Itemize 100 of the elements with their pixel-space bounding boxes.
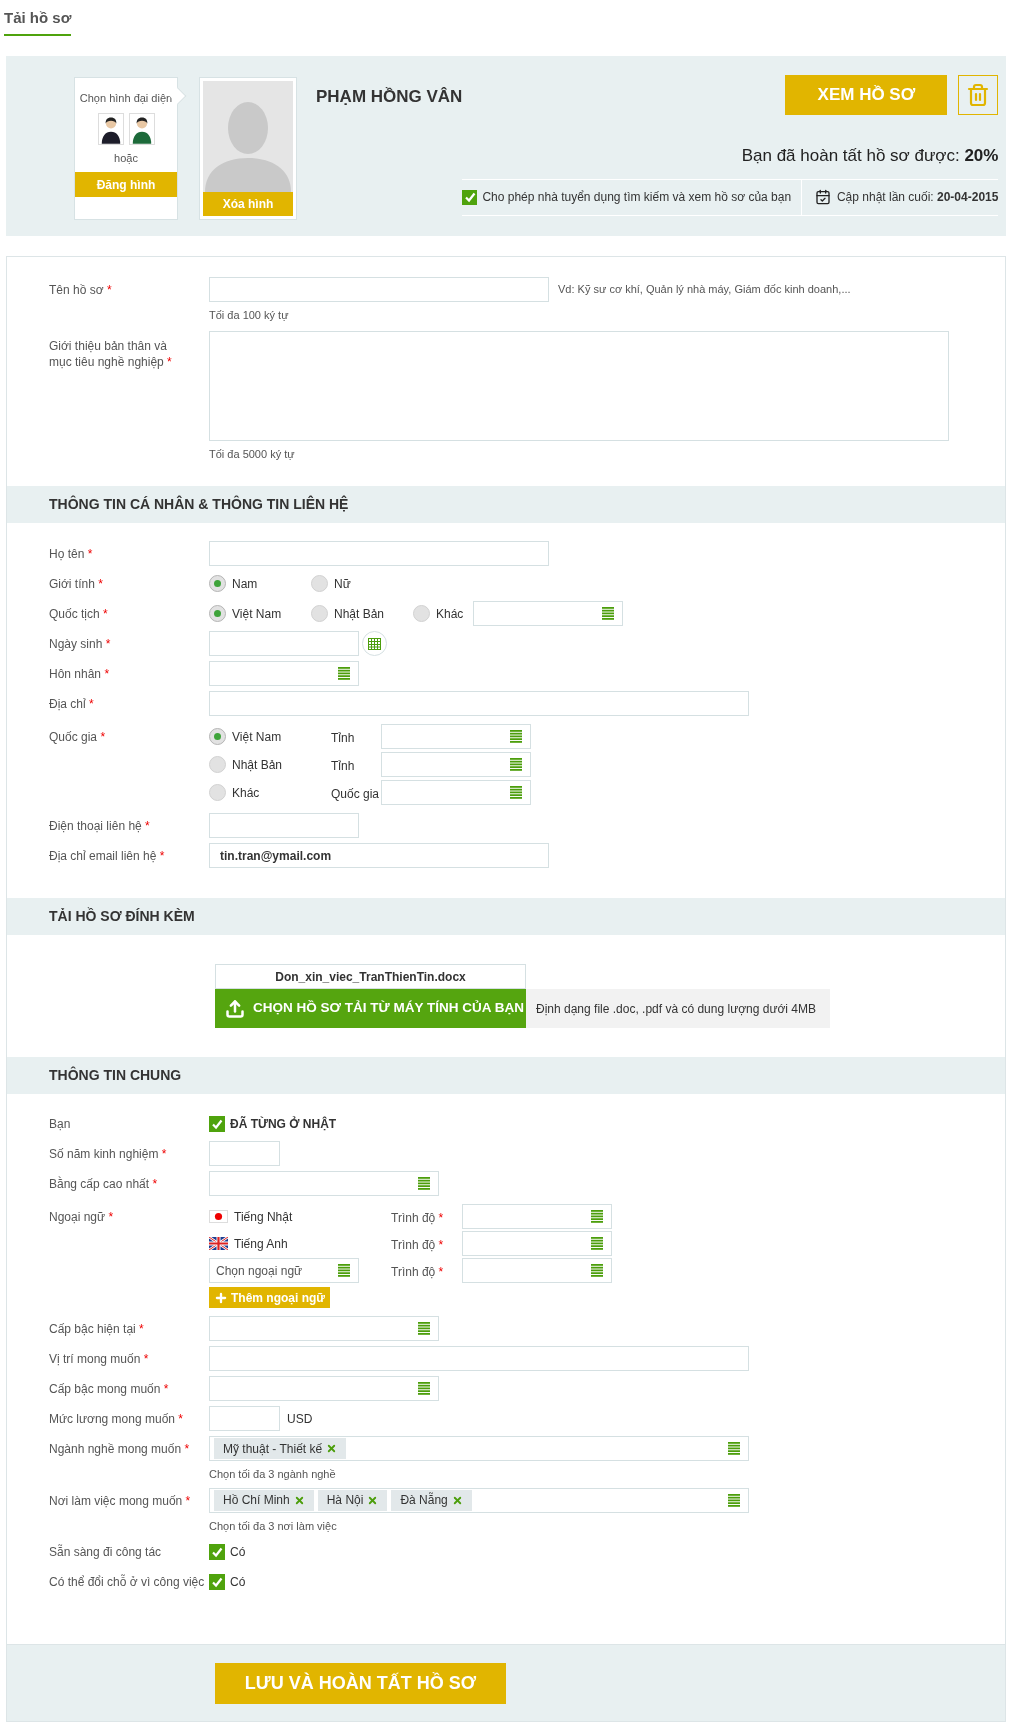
- calendar-icon: [368, 637, 381, 650]
- field-label: Sẵn sàng đi công tác: [49, 1544, 163, 1560]
- last-updated-text: Cập nhật lần cuối: 20-04-2015: [836, 189, 999, 206]
- radio-label: Khác: [232, 784, 260, 802]
- radio-button[interactable]: [209, 756, 226, 773]
- multi-select-field[interactable]: Mỹ thuật - Thiết kế: [209, 1436, 749, 1461]
- list-icon: [728, 1493, 740, 1507]
- upload-photo-button[interactable]: Đăng hình: [75, 172, 177, 197]
- uk-flag-icon: [209, 1237, 228, 1250]
- list-icon: [728, 1442, 740, 1455]
- field-label: Giới thiệu bản thân và mục tiêu nghề nghiệp *: [49, 337, 173, 370]
- tag-label: Đà Nẵng: [400, 1491, 448, 1509]
- candidate-name: PHẠM HỒNG VÂN: [316, 87, 463, 106]
- text-field[interactable]: [209, 1141, 280, 1166]
- tab[interactable]: Tải hồ sơ: [4, 3, 72, 36]
- save-button[interactable]: LƯU VÀ HOÀN TẤT HỒ SƠ: [215, 1662, 506, 1704]
- select-field[interactable]: [209, 1376, 439, 1401]
- multi-select-field[interactable]: Hồ Chí Minh Hà Nội Đà Nẵng: [209, 1487, 749, 1513]
- select-field[interactable]: [462, 1204, 612, 1229]
- radio-label: Việt Nam: [232, 728, 282, 746]
- chooser-title: Chọn hình đại diện: [79, 91, 173, 106]
- select-field[interactable]: [209, 1171, 439, 1196]
- section-title: THÔNG TIN CÁ NHÂN & THÔNG TIN LIÊN HỆ: [49, 494, 349, 514]
- select-field[interactable]: [381, 752, 531, 777]
- view-profile-button[interactable]: XEM HỒ SƠ: [785, 75, 948, 115]
- upload-file-button[interactable]: CHỌN HỒ SƠ TẢI TỪ MÁY TÍNH CỦA BẠN: [215, 989, 526, 1028]
- radio-label: Nam: [232, 575, 258, 593]
- field-label: Ngành nghề mong muốn *: [49, 1441, 191, 1457]
- remove-icon[interactable]: [367, 1494, 379, 1506]
- checkbox[interactable]: [209, 1573, 225, 1590]
- select-field[interactable]: [381, 724, 531, 749]
- calendar-button[interactable]: [362, 631, 387, 656]
- list-icon: [418, 1177, 430, 1190]
- field-label: Họ tên *: [49, 546, 94, 562]
- field-label: Nơi làm việc mong muốn *: [49, 1492, 192, 1509]
- text-field[interactable]: [209, 691, 749, 716]
- list-icon: [510, 758, 522, 771]
- remove-icon[interactable]: [293, 1494, 305, 1506]
- delete-photo-button[interactable]: Xóa hình: [203, 192, 293, 216]
- radio-button[interactable]: [209, 605, 226, 622]
- remove-icon[interactable]: [451, 1494, 463, 1506]
- field-label: Có thể đổi chỗ ở vì công việc: [49, 1574, 206, 1590]
- radio-button[interactable]: [209, 575, 226, 592]
- text-field[interactable]: [209, 631, 359, 656]
- upload-icon: [225, 998, 245, 1019]
- select-field[interactable]: [381, 780, 531, 805]
- field-sublabel: Trình độ *: [391, 1264, 444, 1279]
- radio-label: Việt Nam: [232, 605, 282, 623]
- checkbox-label: ĐÃ TỪNG Ở NHẬT: [230, 1115, 337, 1133]
- man-avatar-icon[interactable]: [97, 112, 124, 145]
- radio-button[interactable]: [413, 605, 430, 622]
- completion-text: Bạn đã hoàn tất hồ sơ được: 20%: [741, 145, 999, 167]
- list-icon: [591, 1264, 603, 1277]
- field-label: Tên hồ sơ *: [49, 282, 113, 298]
- checkbox[interactable]: [209, 1543, 225, 1560]
- text-field[interactable]: [209, 813, 359, 838]
- text-field[interactable]: [209, 1346, 749, 1371]
- radio-button[interactable]: [311, 575, 328, 592]
- text-field[interactable]: tin.tran@ymail.com: [209, 843, 549, 868]
- list-icon: [418, 1322, 430, 1335]
- woman-avatar-icon[interactable]: [128, 112, 155, 145]
- field-sublabel: Quốc gia: [331, 786, 380, 801]
- field-label: Mức lương mong muốn *: [49, 1411, 184, 1427]
- add-language-button[interactable]: Thêm ngoại ngữ: [209, 1287, 331, 1308]
- text-field[interactable]: [209, 541, 549, 566]
- file-note: Định dạng file .doc, .pdf và có dung lượng dưới 4MB: [526, 989, 830, 1028]
- list-icon: [510, 730, 522, 743]
- delete-profile-button[interactable]: [958, 75, 999, 115]
- japan-flag-icon: [209, 1210, 228, 1223]
- list-icon: [338, 1264, 350, 1277]
- select-field[interactable]: Chọn ngoại ngữ: [209, 1258, 359, 1283]
- hint-text: Chọn tối đa 3 ngành nghề: [209, 1467, 337, 1482]
- checkbox-label: Có: [230, 1573, 246, 1591]
- field-label: Ngày sinh *: [49, 636, 112, 652]
- remove-icon[interactable]: [326, 1443, 338, 1454]
- field-label: Cấp bậc hiện tại *: [49, 1321, 145, 1337]
- field-label: Vị trí mong muốn *: [49, 1351, 150, 1367]
- checkbox[interactable]: [209, 1115, 225, 1132]
- select-field[interactable]: [209, 1316, 439, 1341]
- select-field[interactable]: [462, 1258, 612, 1283]
- trash-icon: [966, 83, 991, 107]
- select-field[interactable]: [209, 661, 359, 686]
- checkbox-label: Có: [230, 1543, 246, 1561]
- tag-label: Hồ Chí Minh: [223, 1492, 290, 1509]
- text-field[interactable]: [209, 277, 549, 302]
- radio-button[interactable]: [209, 728, 226, 745]
- field-label: Bạn: [49, 1116, 72, 1132]
- section-title: THÔNG TIN CHUNG: [49, 1065, 182, 1085]
- radio-button[interactable]: [209, 784, 226, 801]
- checkbox[interactable]: [462, 189, 478, 205]
- field-sublabel: Trình độ *: [391, 1210, 444, 1225]
- select-field[interactable]: [473, 601, 624, 626]
- radio-label: Nhật Bản: [334, 605, 385, 623]
- text-area[interactable]: [209, 330, 949, 441]
- text-field[interactable]: [209, 1406, 280, 1431]
- tag-label: Hà Nội: [326, 1492, 364, 1509]
- unit-label: USD: [287, 1410, 313, 1428]
- select-field[interactable]: [462, 1231, 612, 1256]
- list-icon: [591, 1210, 603, 1223]
- radio-button[interactable]: [311, 605, 328, 622]
